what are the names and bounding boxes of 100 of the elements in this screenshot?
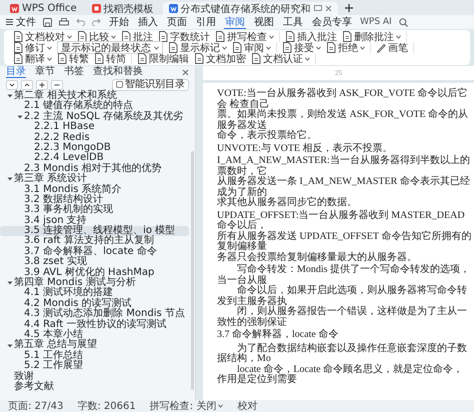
toc-item[interactable]: 参考文献 <box>0 382 189 392</box>
text-line: 命令以后，如果开启此选项，则从服务器将写命令转发到主服务器执 <box>217 286 468 306</box>
dropdown-button[interactable]: 删除批注 <box>342 31 401 42</box>
toc-item[interactable]: 3.3 事务机制的实现 <box>0 205 189 216</box>
add-level-button[interactable] <box>36 80 48 90</box>
toc-item[interactable]: 第五章 总结与展望 <box>0 340 189 351</box>
toolbar-button[interactable]: 文档加密 <box>194 53 246 64</box>
triangle-icon[interactable] <box>7 176 13 182</box>
dropdown-button[interactable]: 拒绝 <box>326 42 365 53</box>
toolbar-button[interactable]: 字数统计 <box>158 31 210 42</box>
toc-item[interactable]: 致谢 <box>0 372 189 382</box>
dropdown-button[interactable]: 修订 <box>13 42 52 53</box>
pen-icon <box>376 42 386 53</box>
document-icon <box>282 42 292 53</box>
dropdown-button[interactable]: 文档校对 <box>13 31 72 42</box>
undo-icon[interactable] <box>76 18 85 26</box>
text-line: 所有从服务器发送 UPDATE_OFFSET 命令告知它所拥有的复制偏移量 <box>217 232 472 252</box>
dropdown-button[interactable]: 审阅 <box>232 42 271 53</box>
section-heading: 3.7 命令解释器，locate 命令 <box>217 330 340 340</box>
text-line: 务器只会投票给复制偏移量最大的从服务器。 <box>217 252 418 263</box>
text-line: UPDATE_OFFSET:当一台从服务器收到 MASTER_DEAD 命令以后， <box>217 210 466 231</box>
status-text: 页面: 27/43 <box>8 400 64 412</box>
panel-tab[interactable]: 书签 <box>64 66 84 78</box>
wps-logo-icon <box>10 4 19 13</box>
remove-level-button[interactable] <box>51 80 63 90</box>
browser-tab[interactable]: WPS Office <box>4 2 83 15</box>
toc-item[interactable]: 第三章 系统设计 <box>0 174 189 185</box>
collapse-button[interactable] <box>6 80 18 90</box>
menu-tab[interactable]: 工具 <box>282 16 304 28</box>
browser-tab[interactable]: 分布式键值存储系统的研究和 <box>162 2 338 15</box>
toc-item[interactable]: 2.2.4 LevelDB <box>0 153 189 164</box>
window-icon <box>314 5 322 12</box>
file-menu[interactable]: 文件 <box>16 15 36 29</box>
dropdown-button[interactable]: 文档认证 <box>251 53 310 64</box>
text-line: 写命令转发：Mondis 提供了一个写命令转发的选项，当一台从服 <box>217 265 472 286</box>
tab-title: WPS Office <box>22 3 77 14</box>
toolbar-button[interactable]: 插入批注 <box>285 31 337 42</box>
spellcheck-dropdown[interactable]: 拼写检查: 关闭 <box>150 399 224 412</box>
text-line: 票。如果尚未投票，则给发送 ASK_FOR_VOTE 命令的从服务器发送 <box>217 110 470 130</box>
toolbar-button[interactable]: 转简 <box>94 53 126 64</box>
redo-icon[interactable] <box>92 18 101 26</box>
triangle-icon[interactable] <box>7 342 13 349</box>
text-line: I_AM_A_NEW_MASTER:当一台从服务器得到半数以上的票数时，它 <box>217 156 471 176</box>
panel-tab[interactable]: 查找和替换 <box>93 66 143 78</box>
save-icon[interactable] <box>43 18 52 26</box>
collapse-icon <box>8 80 16 88</box>
document-icon <box>168 4 178 13</box>
toc-item[interactable]: 2.2 主流 NoSQL 存储系统及其优劣 <box>0 112 189 122</box>
toc-item[interactable]: 3.1 Mondis 系统简介 <box>0 184 189 195</box>
toc-item[interactable]: 3.8 zset 实现 <box>0 257 189 268</box>
text-line: 从服务器发送一条 I_AM_NEW_MASTER 命令表示其已经成为了新的 <box>217 177 471 198</box>
text-line: locate 命令，Locate 命令顾名思义，就是定位命令，作用是定位到需要 <box>217 364 464 386</box>
text-line: 闭，则从服务器报告一个错误，这样做是为了主从一致性的强制保证 <box>217 307 468 328</box>
triangle-icon[interactable] <box>7 93 13 100</box>
status-text: 校对 <box>237 400 258 412</box>
toolbar-button[interactable]: 画笔 <box>376 42 408 53</box>
toc-item[interactable]: 4.3 测试动态添加删除 Mondis 节点 <box>0 309 189 320</box>
toolbar-button[interactable]: 限制编辑 <box>137 53 189 64</box>
toc-item[interactable]: 3.6 raft 算法支持的主从复制 <box>0 236 189 247</box>
smart-toc-checkbox[interactable]: 智能识别目录 <box>112 78 189 90</box>
toolbar-button[interactable]: 转繁 <box>57 53 89 64</box>
tab-title: 分布式键值存储系统的研究和 <box>180 2 311 16</box>
status-text: 字数: 20661 <box>77 400 136 412</box>
panel-tab[interactable]: 目录 <box>6 66 26 78</box>
dropdown-button[interactable]: 拼写检查 <box>215 31 274 42</box>
print-icon[interactable] <box>59 18 69 26</box>
template-icon <box>92 4 101 13</box>
expand-button[interactable] <box>21 80 33 90</box>
ai-button[interactable]: WPS AI <box>360 17 392 27</box>
menu-tab[interactable]: 页面 <box>166 16 188 28</box>
document-icon <box>232 42 242 53</box>
dropdown-button[interactable]: 显示标记 <box>168 42 227 53</box>
toc-item[interactable]: 2.1 键值存储系统的特点 <box>0 101 189 112</box>
document-icon <box>13 42 23 53</box>
panel-tab[interactable]: 章节 <box>35 66 55 78</box>
toc-item[interactable]: 4.1 测试环境的搭建 <box>0 288 189 299</box>
triangle-icon[interactable] <box>7 280 13 286</box>
text-line: UNVOTE:与 VOTE 相反，表示不投票。 <box>217 144 394 154</box>
dropdown-button[interactable]: 翻译 <box>13 53 52 64</box>
close-icon[interactable] <box>324 5 332 12</box>
dropdown-button[interactable]: 接受 <box>282 42 321 53</box>
menu-tab[interactable]: 视图 <box>253 16 275 28</box>
toc-item[interactable]: 2.2.3 MongoDB <box>0 142 189 154</box>
toc-item[interactable]: 4.4 Raft 一致性协议的读写测试 <box>0 320 189 330</box>
browser-tab[interactable]: 找稻壳模板 <box>86 2 160 15</box>
menu-tab[interactable]: 开始 <box>108 16 130 28</box>
search-icon[interactable] <box>398 18 408 26</box>
document-icon <box>168 42 178 53</box>
menu-tab[interactable]: 插入 <box>137 16 159 28</box>
menu-tab[interactable]: 引用 <box>195 16 217 28</box>
menu-tab[interactable]: 会员专享 <box>311 16 353 28</box>
toc-item[interactable]: 2.2.1 HBase <box>0 122 189 133</box>
close-icon[interactable] <box>182 68 189 76</box>
toc-item[interactable]: 5.2 工作展望 <box>0 361 189 372</box>
menu-icon[interactable] <box>5 18 14 26</box>
triangle-icon[interactable] <box>17 114 23 120</box>
menu-tab[interactable]: 审阅 <box>224 16 246 28</box>
toc-item[interactable]: 2.2.2 Redis <box>0 132 189 143</box>
document-icon <box>326 42 336 53</box>
add-level-icon <box>38 80 46 88</box>
